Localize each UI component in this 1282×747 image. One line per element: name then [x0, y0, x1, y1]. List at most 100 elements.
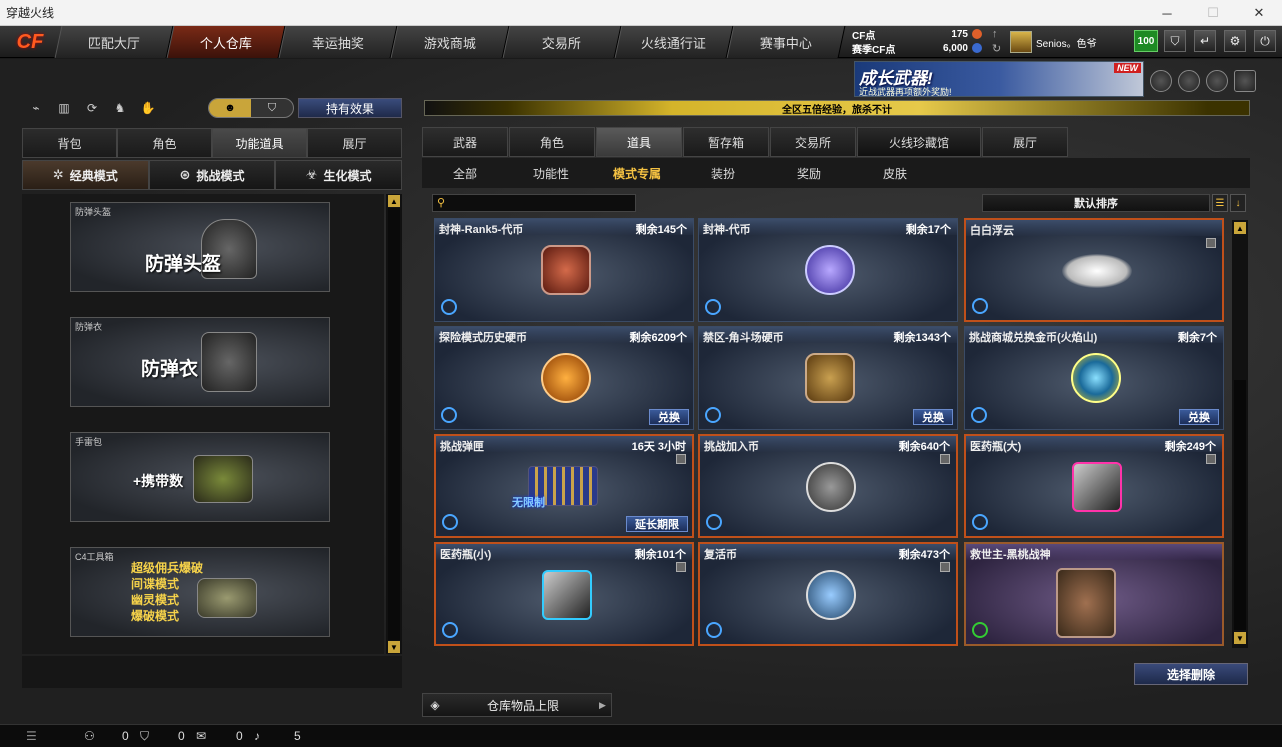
arrow-up-icon[interactable]: ↑ — [992, 28, 998, 40]
cf-logo[interactable]: CF — [4, 28, 56, 56]
shield-rank-icon[interactable]: ⛉ — [1164, 30, 1186, 52]
subtab-skins[interactable]: 皮肤 — [852, 158, 938, 188]
user-info[interactable]: Senios。色爷 — [1010, 28, 1128, 56]
level-badge: 100 — [1134, 30, 1158, 52]
gear-icon[interactable]: ⚙ — [1224, 30, 1246, 52]
off-toggle-icon[interactable]: ⌁ — [24, 98, 48, 118]
badge-v-icon[interactable] — [1234, 70, 1256, 92]
promo-banner[interactable]: 成长武器! 近战武器再项额外奖励! NEW — [854, 61, 1144, 97]
menu-icon[interactable]: ☰ — [26, 729, 37, 743]
refresh-icon[interactable]: ↻ — [992, 42, 1001, 55]
tab-props[interactable]: 道具 — [596, 127, 682, 157]
tab-showroom[interactable]: 展厅 — [982, 127, 1068, 157]
tab-weapons[interactable]: 武器 — [422, 127, 508, 157]
right-scrollbar[interactable]: ▲ ▼ — [1232, 220, 1248, 648]
mode-zombie[interactable]: ☣ 生化模式 — [275, 160, 403, 190]
tab-roles[interactable]: 角色 — [509, 127, 595, 157]
item-card[interactable]: 复活币 剩余473个 — [698, 542, 958, 646]
chat-icon[interactable]: ✉ — [196, 729, 206, 743]
volume-icon[interactable]: ♪ — [254, 729, 260, 743]
item-card[interactable]: 封神-代币 剩余17个 — [698, 218, 958, 322]
equip-card-vest[interactable]: 防弹衣 防弹衣 — [70, 317, 330, 407]
nav-tab-shop[interactable]: 游戏商城 — [390, 26, 510, 58]
left-scrollbar[interactable]: ▲ ▼ — [386, 194, 402, 654]
shield-status-icon[interactable]: ⛉ — [140, 729, 149, 744]
currency-icon — [442, 622, 458, 638]
subtab-all[interactable]: 全部 — [422, 158, 508, 188]
nav-tab-lottery[interactable]: 幸运抽奖 — [278, 26, 398, 58]
tab-storage-box[interactable]: 暂存箱 — [683, 127, 769, 157]
item-card[interactable]: 封神-Rank5-代币 剩余145个 — [434, 218, 694, 322]
mode-challenge[interactable]: ⊛ 挑战模式 — [148, 160, 276, 190]
tab-gallery[interactable]: 展厅 — [307, 128, 402, 158]
sort-order-icon[interactable]: ↓ — [1230, 194, 1246, 212]
equip-card-c4[interactable]: C4工具箱 超级佣兵爆破 间谍模式 幽灵模式 爆破模式 — [70, 547, 330, 637]
sort-dropdown[interactable]: 默认排序 — [982, 194, 1210, 212]
stats-icon[interactable]: ▥ — [52, 98, 76, 118]
right-scroll-thumb[interactable] — [1234, 380, 1246, 630]
status-bar: ☰ ⚇ 0 ⛉ 0 ✉ 0 ♪ 5 — [0, 724, 1282, 747]
medkit-large-icon — [1072, 462, 1122, 512]
search-input[interactable]: ⚲ — [432, 194, 636, 212]
item-card[interactable]: 医药瓶(大) 剩余249个 — [964, 434, 1224, 538]
hand-icon[interactable]: ✋ — [136, 98, 160, 118]
status-count-a: 0 — [122, 729, 129, 743]
left-scroll-thumb[interactable] — [388, 208, 400, 640]
rotate-icon[interactable]: ⟳ — [80, 98, 104, 118]
minimize-button[interactable]: ─ — [1144, 0, 1190, 26]
scroll-down-icon[interactable]: ▼ — [1234, 632, 1246, 644]
tab-backpack[interactable]: 背包 — [22, 128, 117, 158]
return-icon[interactable]: ↵ — [1194, 30, 1216, 52]
badge-wings-icon[interactable] — [1206, 70, 1228, 92]
skull-icon[interactable]: ☻ — [209, 99, 251, 117]
badge-globe-icon[interactable] — [1178, 70, 1200, 92]
scroll-down-icon[interactable]: ▼ — [388, 641, 400, 653]
capacity-button[interactable]: ◈ 仓库物品上限 ▶ — [422, 693, 612, 717]
nav-tab-exchange[interactable]: 交易所 — [502, 26, 622, 58]
equip-card-grenade[interactable]: 手雷包 +携带数 — [70, 432, 330, 522]
item-card[interactable]: 挑战加入币 剩余640个 — [698, 434, 958, 538]
item-card[interactable]: 探险模式历史硬币 剩余6209个 兑换 — [434, 326, 694, 430]
nav-tab-warehouse[interactable]: 个人仓库 — [166, 26, 286, 58]
currency-icon — [706, 622, 722, 638]
tab-collection[interactable]: 火线珍藏馆 — [857, 127, 981, 157]
item-card[interactable]: 禁区-角斗场硬币 剩余1343个 兑换 — [698, 326, 958, 430]
exchange-button[interactable]: 兑换 — [913, 409, 953, 425]
nav-tab-pass[interactable]: 火线通行证 — [614, 26, 734, 58]
tab-function-items[interactable]: 功能道具 — [212, 128, 307, 158]
equip-card-helmet[interactable]: 防弹头盔 防弹头盔 — [70, 202, 330, 292]
friends-icon[interactable]: ⚇ — [84, 729, 95, 743]
scroll-up-icon[interactable]: ▲ — [388, 195, 400, 207]
item-card[interactable]: 挑战商城兑换金币(火焰山) 剩余7个 兑换 — [964, 326, 1224, 430]
exchange-button[interactable]: 兑换 — [1179, 409, 1219, 425]
tab-trading[interactable]: 交易所 — [770, 127, 856, 157]
extend-button[interactable]: 延长期限 — [626, 516, 688, 532]
close-button[interactable]: ✕ — [1236, 0, 1282, 26]
nav-tab-match[interactable]: 匹配大厅 — [54, 26, 174, 58]
badge-shield-icon[interactable] — [1150, 70, 1172, 92]
season-points-label: 赛季CF点 — [852, 44, 896, 56]
exchange-button[interactable]: 兑换 — [649, 409, 689, 425]
select-delete-button[interactable]: 选择删除 — [1134, 663, 1248, 685]
scroll-up-icon[interactable]: ▲ — [1234, 222, 1246, 234]
shield-icon[interactable]: ⛉ — [251, 99, 293, 117]
subtab-decor[interactable]: 装扮 — [680, 158, 766, 188]
subtab-functional[interactable]: 功能性 — [508, 158, 594, 188]
item-card[interactable]: 白白浮云 — [964, 218, 1224, 322]
figure-icon[interactable]: ♞ — [108, 98, 132, 118]
tab-character[interactable]: 角色 — [117, 128, 212, 158]
item-card[interactable]: 医药瓶(小) 剩余101个 — [434, 542, 694, 646]
subtab-rewards[interactable]: 奖励 — [766, 158, 852, 188]
challenge-mode-icon: ⊛ — [179, 167, 191, 182]
power-icon[interactable]: ⏻ — [1254, 30, 1276, 52]
subtab-mode-exclusive[interactable]: 模式专属 — [594, 158, 680, 188]
holding-effect-button[interactable]: 持有效果 — [298, 98, 402, 118]
nav-tab-events[interactable]: 赛事中心 — [726, 26, 846, 58]
item-card[interactable]: 挑战弹匣 16天 3小时 无限制 延长期限 — [434, 434, 694, 538]
view-toggle[interactable]: ☻ ⛉ — [208, 98, 294, 118]
list-view-icon[interactable]: ☰ — [1212, 194, 1228, 212]
c4-mode-list: 超级佣兵爆破 间谍模式 幽灵模式 爆破模式 — [131, 561, 204, 623]
maximize-button[interactable]: ☐ — [1190, 0, 1236, 26]
item-card[interactable]: 救世主-黑桃战神 — [964, 542, 1224, 646]
mode-classic[interactable]: ✲ 经典模式 — [22, 160, 149, 190]
